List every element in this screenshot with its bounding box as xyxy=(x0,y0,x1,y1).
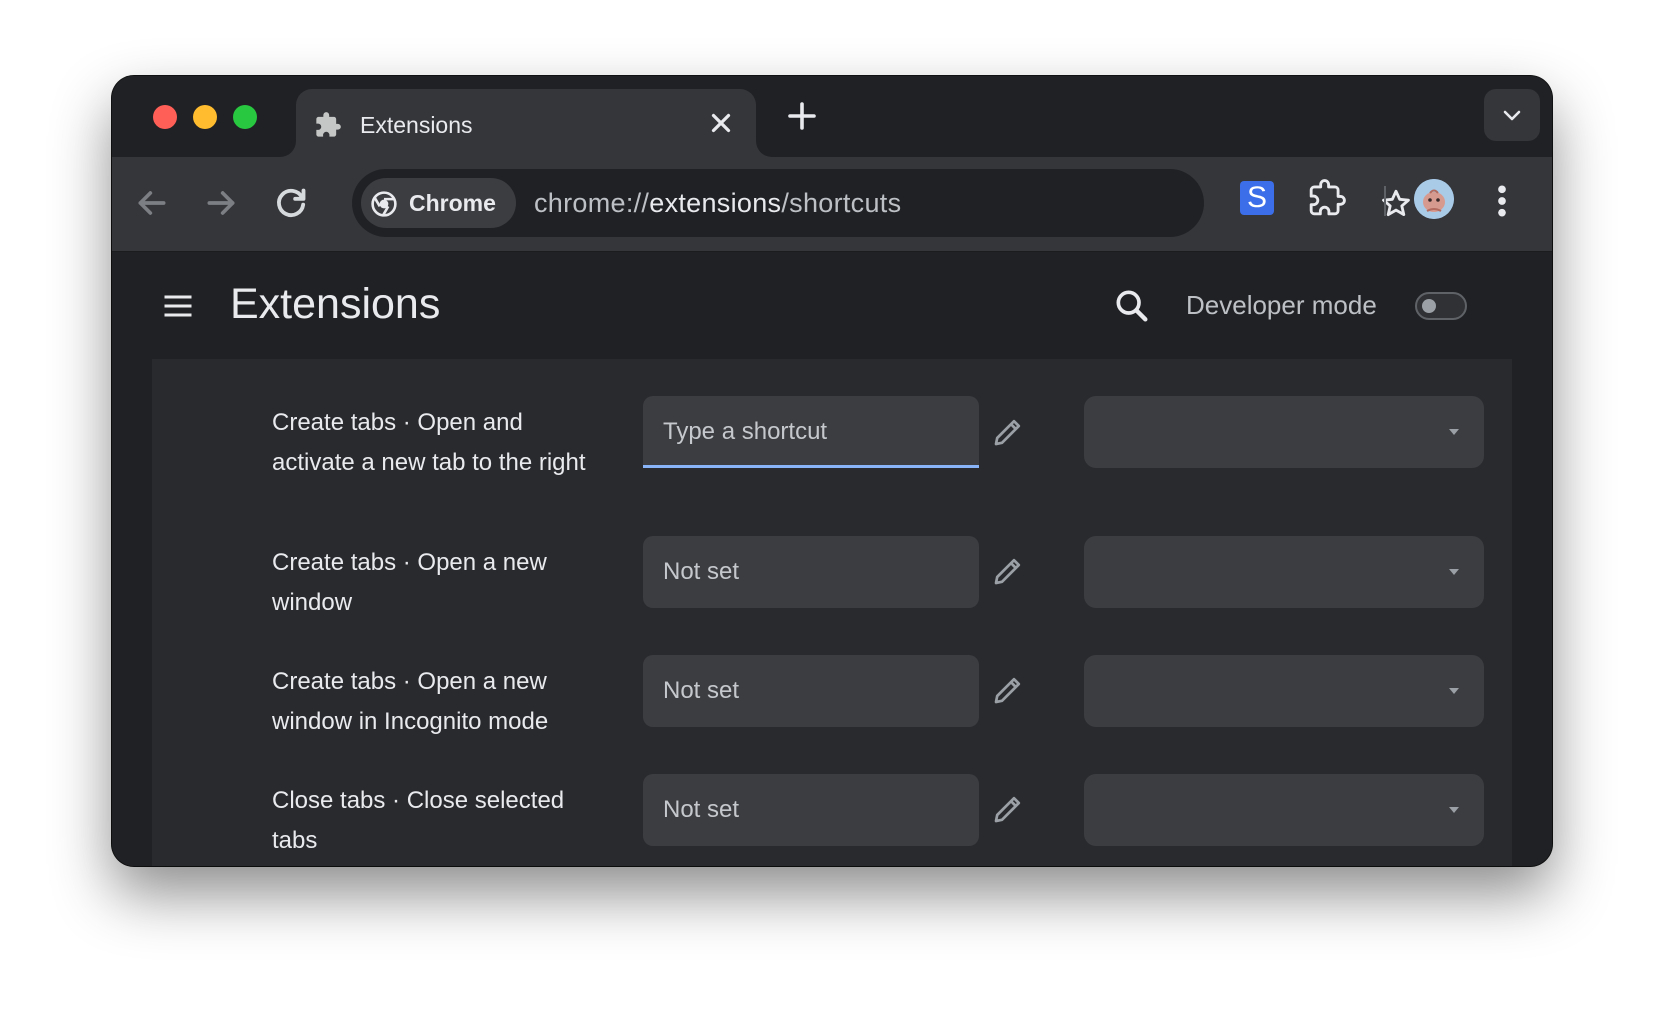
zoom-window-button[interactable] xyxy=(233,105,257,129)
developer-mode-label: Developer mode xyxy=(1186,290,1377,320)
shortcut-label: Create tabs · Open and activate a new ta… xyxy=(272,409,586,476)
toolbar-divider xyxy=(1384,186,1386,216)
shortcuts-card: Create tabs · Open and activate a new ta… xyxy=(152,359,1512,866)
tab-title: Extensions xyxy=(360,112,473,138)
search-icon[interactable] xyxy=(1112,286,1152,326)
shortcut-scope-dropdown[interactable] xyxy=(1084,774,1484,846)
shortcut-label: Create tabs · Open a new window in Incog… xyxy=(272,668,549,735)
tab-extensions[interactable]: Extensions xyxy=(280,89,772,157)
back-arrow-icon[interactable] xyxy=(132,183,172,223)
dropdown-arrow-icon xyxy=(1449,569,1459,575)
profile-picture-icon xyxy=(1414,179,1454,219)
toggle-knob xyxy=(1422,299,1436,313)
pencil-icon[interactable] xyxy=(990,791,1026,827)
content-area: Create tabs · Open and activate a new ta… xyxy=(112,359,1552,866)
pencil-icon[interactable] xyxy=(990,553,1026,589)
plus-icon[interactable] xyxy=(784,98,820,134)
pencil-icon[interactable] xyxy=(990,672,1026,708)
page-header: Extensions Developer mode xyxy=(112,252,1552,359)
extension-s-button[interactable]: S xyxy=(1240,181,1274,215)
chrome-logo-icon xyxy=(371,191,397,217)
shortcut-scope-dropdown[interactable] xyxy=(1084,655,1484,727)
shortcut-input[interactable]: Type a shortcut xyxy=(643,396,979,468)
puzzle-icon xyxy=(316,112,341,137)
minimize-window-button[interactable] xyxy=(193,105,217,129)
hamburger-menu-icon[interactable] xyxy=(158,288,198,324)
shortcut-input[interactable]: Not set xyxy=(643,774,979,846)
browser-window: Extensions Chrome chrome://extensions/sh… xyxy=(112,76,1552,866)
kebab-icon[interactable] xyxy=(1492,181,1512,221)
dropdown-arrow-icon xyxy=(1449,807,1459,813)
tab-strip: Extensions xyxy=(112,76,1552,157)
puzzle-icon[interactable] xyxy=(1308,179,1346,217)
url-text: chrome://extensions/shortcuts xyxy=(534,188,902,218)
dropdown-arrow-icon xyxy=(1449,688,1459,694)
chip-label: Chrome xyxy=(409,190,496,216)
shortcut-scope-dropdown[interactable] xyxy=(1084,396,1484,468)
developer-mode-toggle[interactable] xyxy=(1415,292,1467,320)
pencil-icon[interactable] xyxy=(990,414,1026,450)
shortcut-label: Close tabs · Close selected tabs xyxy=(272,787,565,854)
shortcut-input[interactable]: Not set xyxy=(643,536,979,608)
avatar[interactable] xyxy=(1414,179,1454,219)
shortcut-input[interactable]: Not set xyxy=(643,655,979,727)
address-bar[interactable]: Chrome chrome://extensions/shortcuts xyxy=(352,169,1410,237)
chevron-down-icon xyxy=(1503,110,1521,121)
site-info-chip[interactable]: Chrome xyxy=(361,178,516,228)
close-icon[interactable] xyxy=(706,108,736,138)
page-title: Extensions xyxy=(230,280,441,328)
reload-icon[interactable] xyxy=(271,183,311,223)
dropdown-arrow-icon xyxy=(1449,429,1459,435)
shortcut-scope-dropdown[interactable] xyxy=(1084,536,1484,608)
shortcut-label: Create tabs · Open a new window xyxy=(272,549,547,616)
forward-arrow-icon[interactable] xyxy=(201,183,241,223)
tab-search-button[interactable] xyxy=(1484,89,1540,141)
toolbar: Chrome chrome://extensions/shortcuts S xyxy=(112,157,1552,252)
close-window-button[interactable] xyxy=(153,105,177,129)
